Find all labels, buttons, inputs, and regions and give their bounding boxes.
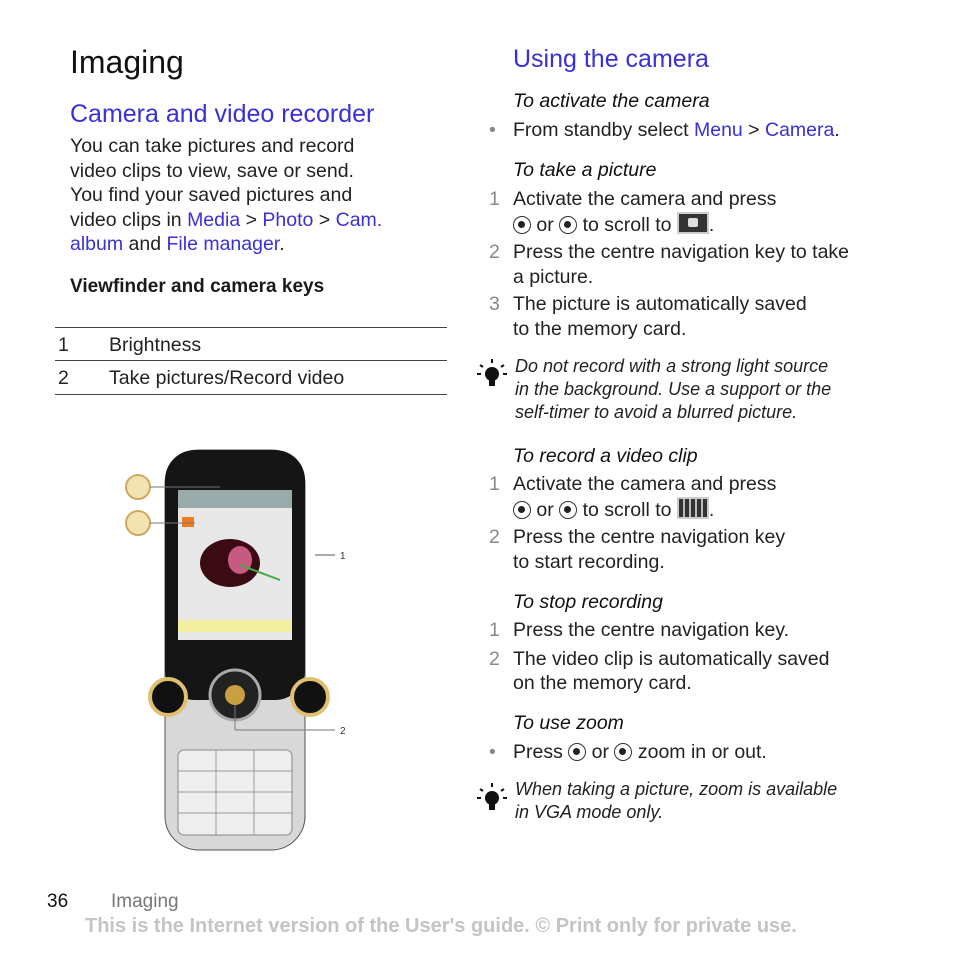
step-num: 2 [489,526,500,548]
nav-up-icon [513,500,531,519]
video-mode-icon [676,496,709,519]
text: self-timer to avoid a blurred picture. [515,402,798,422]
row-num: 1 [58,334,69,356]
step-num: 1 [489,188,500,210]
text: video clips in [70,208,188,231]
bullet-icon: • [489,741,496,763]
bullet-icon: • [489,119,496,141]
row-label: Brightness [109,334,202,356]
centre-key [225,685,245,705]
zoom-bullet: • Press or zoom in or out. [489,740,767,765]
text: You find your saved pictures and [70,184,353,206]
text: Press the centre navigation key to take [513,241,850,263]
text: When taking a picture, zoom is available [515,779,838,799]
callout-1: 1 [340,551,346,562]
page-title: Imaging [70,44,184,80]
footer-notice: This is the Internet version of the User… [85,915,797,937]
table-row: 1 Brightness [55,327,447,361]
take-steps: 1 Activate the camera and press or to scr… [489,187,909,341]
link-menu[interactable]: Menu [694,119,743,141]
phone-illustration: 1 2 [125,449,346,851]
step-num: 3 [489,293,500,315]
text: Press [513,741,569,763]
row-label: Take pictures/Record video [109,367,345,389]
text: and [123,233,167,255]
step-num: 1 [489,473,500,495]
nav-down-icon [559,215,578,234]
tip-bulb-icon [477,359,507,386]
tip-bulb-icon [477,783,507,810]
text: or [586,741,615,763]
stop-heading: To stop recording [513,591,663,613]
link-photo[interactable]: Photo [262,209,313,231]
step-num: 2 [489,241,500,263]
link-cam[interactable]: Cam. [336,209,383,231]
text: Activate the camera and press [513,473,777,495]
text: You can take pictures and record [70,135,355,157]
step-num: 2 [489,647,500,670]
text: From standby select [513,119,694,141]
text: video clips to view, save or send. [70,159,354,182]
right-key [290,677,330,717]
text: to scroll to [577,213,677,236]
nav-up-icon [513,215,531,234]
link-file-manager[interactable]: File manager [167,233,280,255]
text: on the memory card. [513,672,692,694]
section-title: Camera and video recorder [70,100,375,128]
text: in the background. Use a support or the [515,379,832,399]
text: to start recording. [513,550,665,573]
stop-steps: 1 Press the centre navigation key. 2 The v… [489,618,909,696]
callout-2: 2 [340,726,346,737]
step-num: 1 [489,619,500,641]
using-camera-title: Using the camera [513,45,709,73]
nav-down-icon [614,743,633,761]
take-heading: To take a picture [513,159,657,181]
text: The video clip is automatically saved [513,647,830,670]
camera-mode-icon [676,211,709,234]
text: or [531,498,560,521]
footer-section: Imaging [111,891,179,912]
page-number: 36 [47,891,69,912]
record-heading: To record a video clip [513,445,698,467]
record-steps: 1 Activate the camera and press or to scr… [489,472,909,574]
text: . [279,233,285,255]
text: in VGA mode only. [515,802,664,822]
link-media[interactable]: Media [187,209,240,231]
tip-zoom: When taking a picture, zoom is available… [515,778,837,824]
text: zoom in or out. [632,741,767,763]
table-row: 2 Take pictures/Record video [55,360,447,395]
text: > [240,208,263,231]
zoom-heading: To use zoom [513,712,624,734]
row-num: 2 [58,367,69,389]
text: > [742,119,765,141]
text: Press the centre navigation key. [513,619,790,641]
text: to scroll to [577,498,677,521]
text: The picture is automatically saved [513,293,807,315]
text: to the memory card. [513,317,687,340]
nav-up-icon [568,743,587,761]
text: Activate the camera and press [513,188,777,210]
activate-heading: To activate the camera [513,90,710,112]
text: a picture. [513,265,594,288]
text: Press the centre navigation key [513,526,786,548]
text: Do not record with a strong light source [515,356,829,376]
tip-light-source: Do not record with a strong light source… [515,355,831,424]
text: . [834,119,840,141]
link-album[interactable]: album [70,233,123,255]
link-camera[interactable]: Camera [765,119,834,141]
keys-heading: Viewfinder and camera keys [70,276,325,297]
intro-paragraph: You can take pictures and record video c… [70,134,450,257]
nav-down-icon [559,500,578,519]
text: or [531,213,560,236]
left-key [148,677,188,717]
text: > [313,208,336,231]
activate-bullet: • From standby select Menu > Camera. [489,118,840,143]
